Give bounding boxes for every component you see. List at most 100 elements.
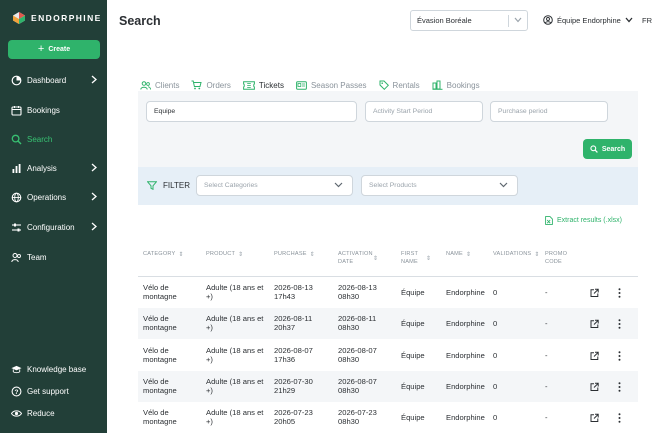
categories-select[interactable]: Select Categories [196, 175, 353, 196]
tab-orders[interactable]: Orders [191, 78, 231, 92]
sidebar-item-get-support[interactable]: ? Get support [11, 383, 103, 399]
search-query-field[interactable] [146, 101, 357, 122]
cell-validations: 0 [493, 287, 498, 297]
sidebar-item-knowledge-base[interactable]: Knowledge base [11, 361, 103, 377]
cell-product: Adulte (18 ans et +) [206, 407, 264, 427]
sidebar-item-operations[interactable]: Operations [11, 189, 103, 205]
sidebar-item-label: Search [27, 134, 53, 144]
organization-select-value: Évasion Boréale [417, 16, 472, 25]
page-title: Search [119, 14, 161, 28]
cell-first-name: Équipe [401, 412, 425, 422]
sidebar-item-label: Knowledge base [27, 364, 87, 374]
search-input[interactable] [154, 108, 356, 115]
sidebar-item-reduce[interactable]: Reduce [11, 405, 103, 421]
tag-icon [379, 80, 389, 90]
column-header-label: FIRST NAME [401, 251, 419, 265]
create-button[interactable]: + Create [8, 40, 100, 59]
sort-icon: ⇕ [309, 252, 315, 258]
sidebar-item-dashboard[interactable]: Dashboard [11, 72, 103, 88]
search-button-label: Search [601, 145, 626, 153]
chevron-right-icon [91, 75, 97, 84]
open-external-icon[interactable] [590, 319, 599, 328]
more-options-icon[interactable] [618, 381, 621, 392]
more-options-icon[interactable] [618, 350, 621, 361]
search-icon [11, 134, 22, 145]
cell-promo-code: - [545, 350, 548, 360]
column-header-validations[interactable]: VALIDATIONS ⇕ [493, 251, 540, 259]
purchase-date: 2026-08-13 [274, 282, 313, 292]
tab-label: Rentals [392, 80, 420, 90]
table-row[interactable]: Vélo de montagne Adulte (18 ans et +) 20… [138, 402, 638, 433]
bar-chart-icon [11, 163, 22, 174]
products-select[interactable]: Select Products [361, 175, 518, 196]
column-header-category[interactable]: CATEGORY ⇕ [143, 251, 184, 259]
search-button[interactable]: Search [583, 139, 632, 159]
column-header-product[interactable]: PRODUCT ⇕ [206, 251, 243, 259]
column-header-purchase[interactable]: PURCHASE ⇕ [274, 251, 315, 259]
column-header-first-name[interactable]: FIRST NAME ⇕ [401, 251, 441, 266]
activation-time: 08h30 [338, 355, 360, 365]
purchase-date: 2026-07-23 [274, 407, 313, 417]
purchase-time: 20h37 [274, 323, 296, 333]
open-external-icon[interactable] [590, 382, 599, 391]
sort-icon: ⇕ [178, 252, 184, 258]
search-icon [590, 145, 598, 153]
cell-category: Vélo de montagne [143, 345, 177, 365]
purchase-period-field[interactable] [490, 101, 608, 122]
cell-product: Adulte (18 ans et +) [206, 313, 264, 333]
sidebar-item-bookings[interactable]: Bookings [11, 102, 103, 118]
tab-bookings[interactable]: Bookings [432, 78, 480, 92]
table-row[interactable]: Vélo de montagne Adulte (18 ans et +) 20… [138, 340, 638, 371]
user-menu[interactable]: Équipe Endorphine [543, 15, 633, 25]
language-switch[interactable]: FR [642, 16, 652, 25]
tab-tickets[interactable]: Tickets [242, 78, 285, 95]
sidebar-item-analysis[interactable]: Analysis [11, 160, 103, 176]
sidebar-item-search[interactable]: Search [11, 131, 103, 147]
table-row[interactable]: Vélo de montagne Adulte (18 ans et +) 20… [138, 371, 638, 402]
column-header-activation-date[interactable]: ACTIVATION DATE ⇕ [338, 251, 390, 266]
ticket-icon [243, 80, 255, 90]
chevron-down-icon [625, 17, 633, 23]
brand[interactable]: ENDORPHINE [12, 11, 102, 25]
column-header-label: PROMO CODE [545, 251, 568, 265]
cell-category: Vélo de montagne [143, 376, 177, 396]
dashboard-icon [11, 75, 22, 86]
cell-product: Adulte (18 ans et +) [206, 376, 264, 396]
table-row[interactable]: Vélo de montagne Adulte (18 ans et +) 20… [138, 277, 638, 308]
open-external-icon[interactable] [590, 413, 599, 422]
more-options-icon[interactable] [618, 287, 621, 298]
open-external-icon[interactable] [590, 288, 599, 297]
cart-icon [191, 80, 203, 90]
help-icon: ? [11, 386, 22, 397]
activity-period-field[interactable] [365, 101, 483, 122]
purchase-period-input[interactable] [498, 108, 607, 115]
table-row[interactable]: Vélo de montagne Adulte (18 ans et +) 20… [138, 308, 638, 339]
more-options-icon[interactable] [618, 318, 621, 329]
cell-activation: 2026-08-07 08h30 [338, 377, 377, 397]
activity-start-period-input[interactable] [373, 108, 482, 115]
filter-label-text: FILTER [163, 181, 190, 190]
sidebar-item-team[interactable]: Team [11, 249, 103, 265]
cell-purchase: 2026-08-13 17h43 [274, 283, 313, 303]
cell-first-name: Équipe [401, 318, 425, 328]
tab-season-passes[interactable]: Season Passes [296, 78, 367, 92]
column-header-label: CATEGORY [143, 251, 176, 258]
tab-clients[interactable]: Clients [140, 78, 179, 92]
tab-rentals[interactable]: Rentals [379, 78, 420, 92]
cell-promo-code: - [545, 318, 548, 328]
activation-time: 08h30 [338, 417, 360, 427]
cell-validations: 0 [493, 381, 498, 391]
organization-select[interactable]: Évasion Boréale [410, 10, 528, 31]
cell-validations: 0 [493, 350, 498, 360]
cell-product: Adulte (18 ans et +) [206, 282, 264, 302]
cell-activation: 2026-07-23 08h30 [338, 408, 377, 428]
column-header-name[interactable]: NAME ⇕ [446, 251, 471, 259]
plus-icon: + [37, 43, 45, 55]
more-options-icon[interactable] [618, 412, 621, 423]
extract-results-link[interactable]: Extract results (.xlsx) [545, 216, 622, 225]
tab-label: Clients [155, 80, 180, 90]
open-external-icon[interactable] [590, 351, 599, 360]
sidebar-item-configuration[interactable]: Configuration [11, 219, 103, 235]
cell-promo-code: - [545, 381, 548, 391]
activation-date: 2026-08-07 [338, 345, 377, 355]
